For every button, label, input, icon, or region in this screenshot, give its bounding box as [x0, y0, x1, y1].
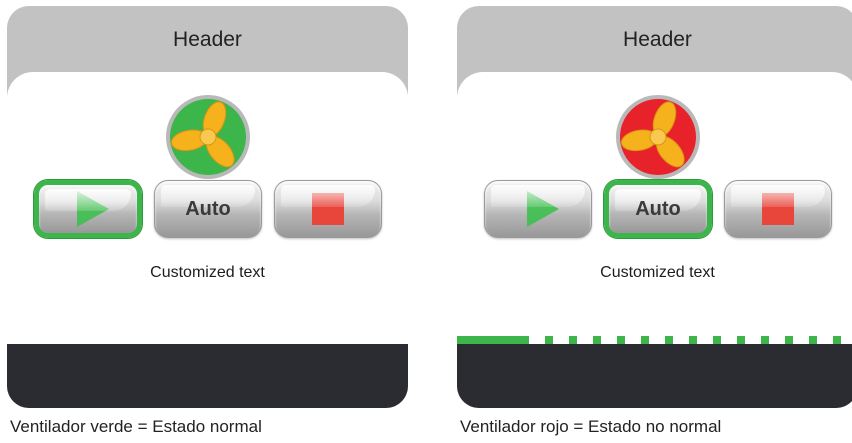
panel-footer	[7, 344, 408, 408]
stop-button[interactable]	[274, 180, 382, 238]
hmi-panel-alarm: Header Auto Customized text	[457, 6, 852, 408]
play-icon	[77, 191, 109, 227]
play-icon	[527, 191, 559, 227]
panel-body: Auto Customized text	[7, 72, 408, 344]
caption-normal-state: Ventilador verde = Estado normal	[10, 417, 262, 436]
auto-button-label: Auto	[185, 197, 231, 220]
start-button[interactable]	[34, 180, 142, 238]
start-button[interactable]	[484, 180, 592, 238]
fan-icon	[165, 95, 250, 179]
hmi-panel-normal: Header Auto Customized text	[7, 6, 408, 408]
panel-header: Header	[173, 28, 242, 51]
customized-text: Customized text	[150, 264, 265, 281]
fan-icon	[615, 95, 700, 179]
auto-button[interactable]: Auto	[604, 180, 712, 238]
progress-ticks	[457, 336, 852, 344]
panel-body: Auto Customized text	[457, 72, 852, 344]
auto-button-label: Auto	[635, 197, 681, 220]
stop-icon	[762, 193, 794, 225]
auto-button[interactable]: Auto	[154, 180, 262, 238]
caption-abnormal-state: Ventilador rojo = Estado no normal	[460, 417, 722, 436]
panel-footer	[457, 344, 852, 408]
stop-icon	[312, 193, 344, 225]
progress-bar	[457, 336, 852, 344]
stop-button[interactable]	[724, 180, 832, 238]
customized-text: Customized text	[600, 264, 715, 281]
panel-header: Header	[623, 28, 692, 51]
